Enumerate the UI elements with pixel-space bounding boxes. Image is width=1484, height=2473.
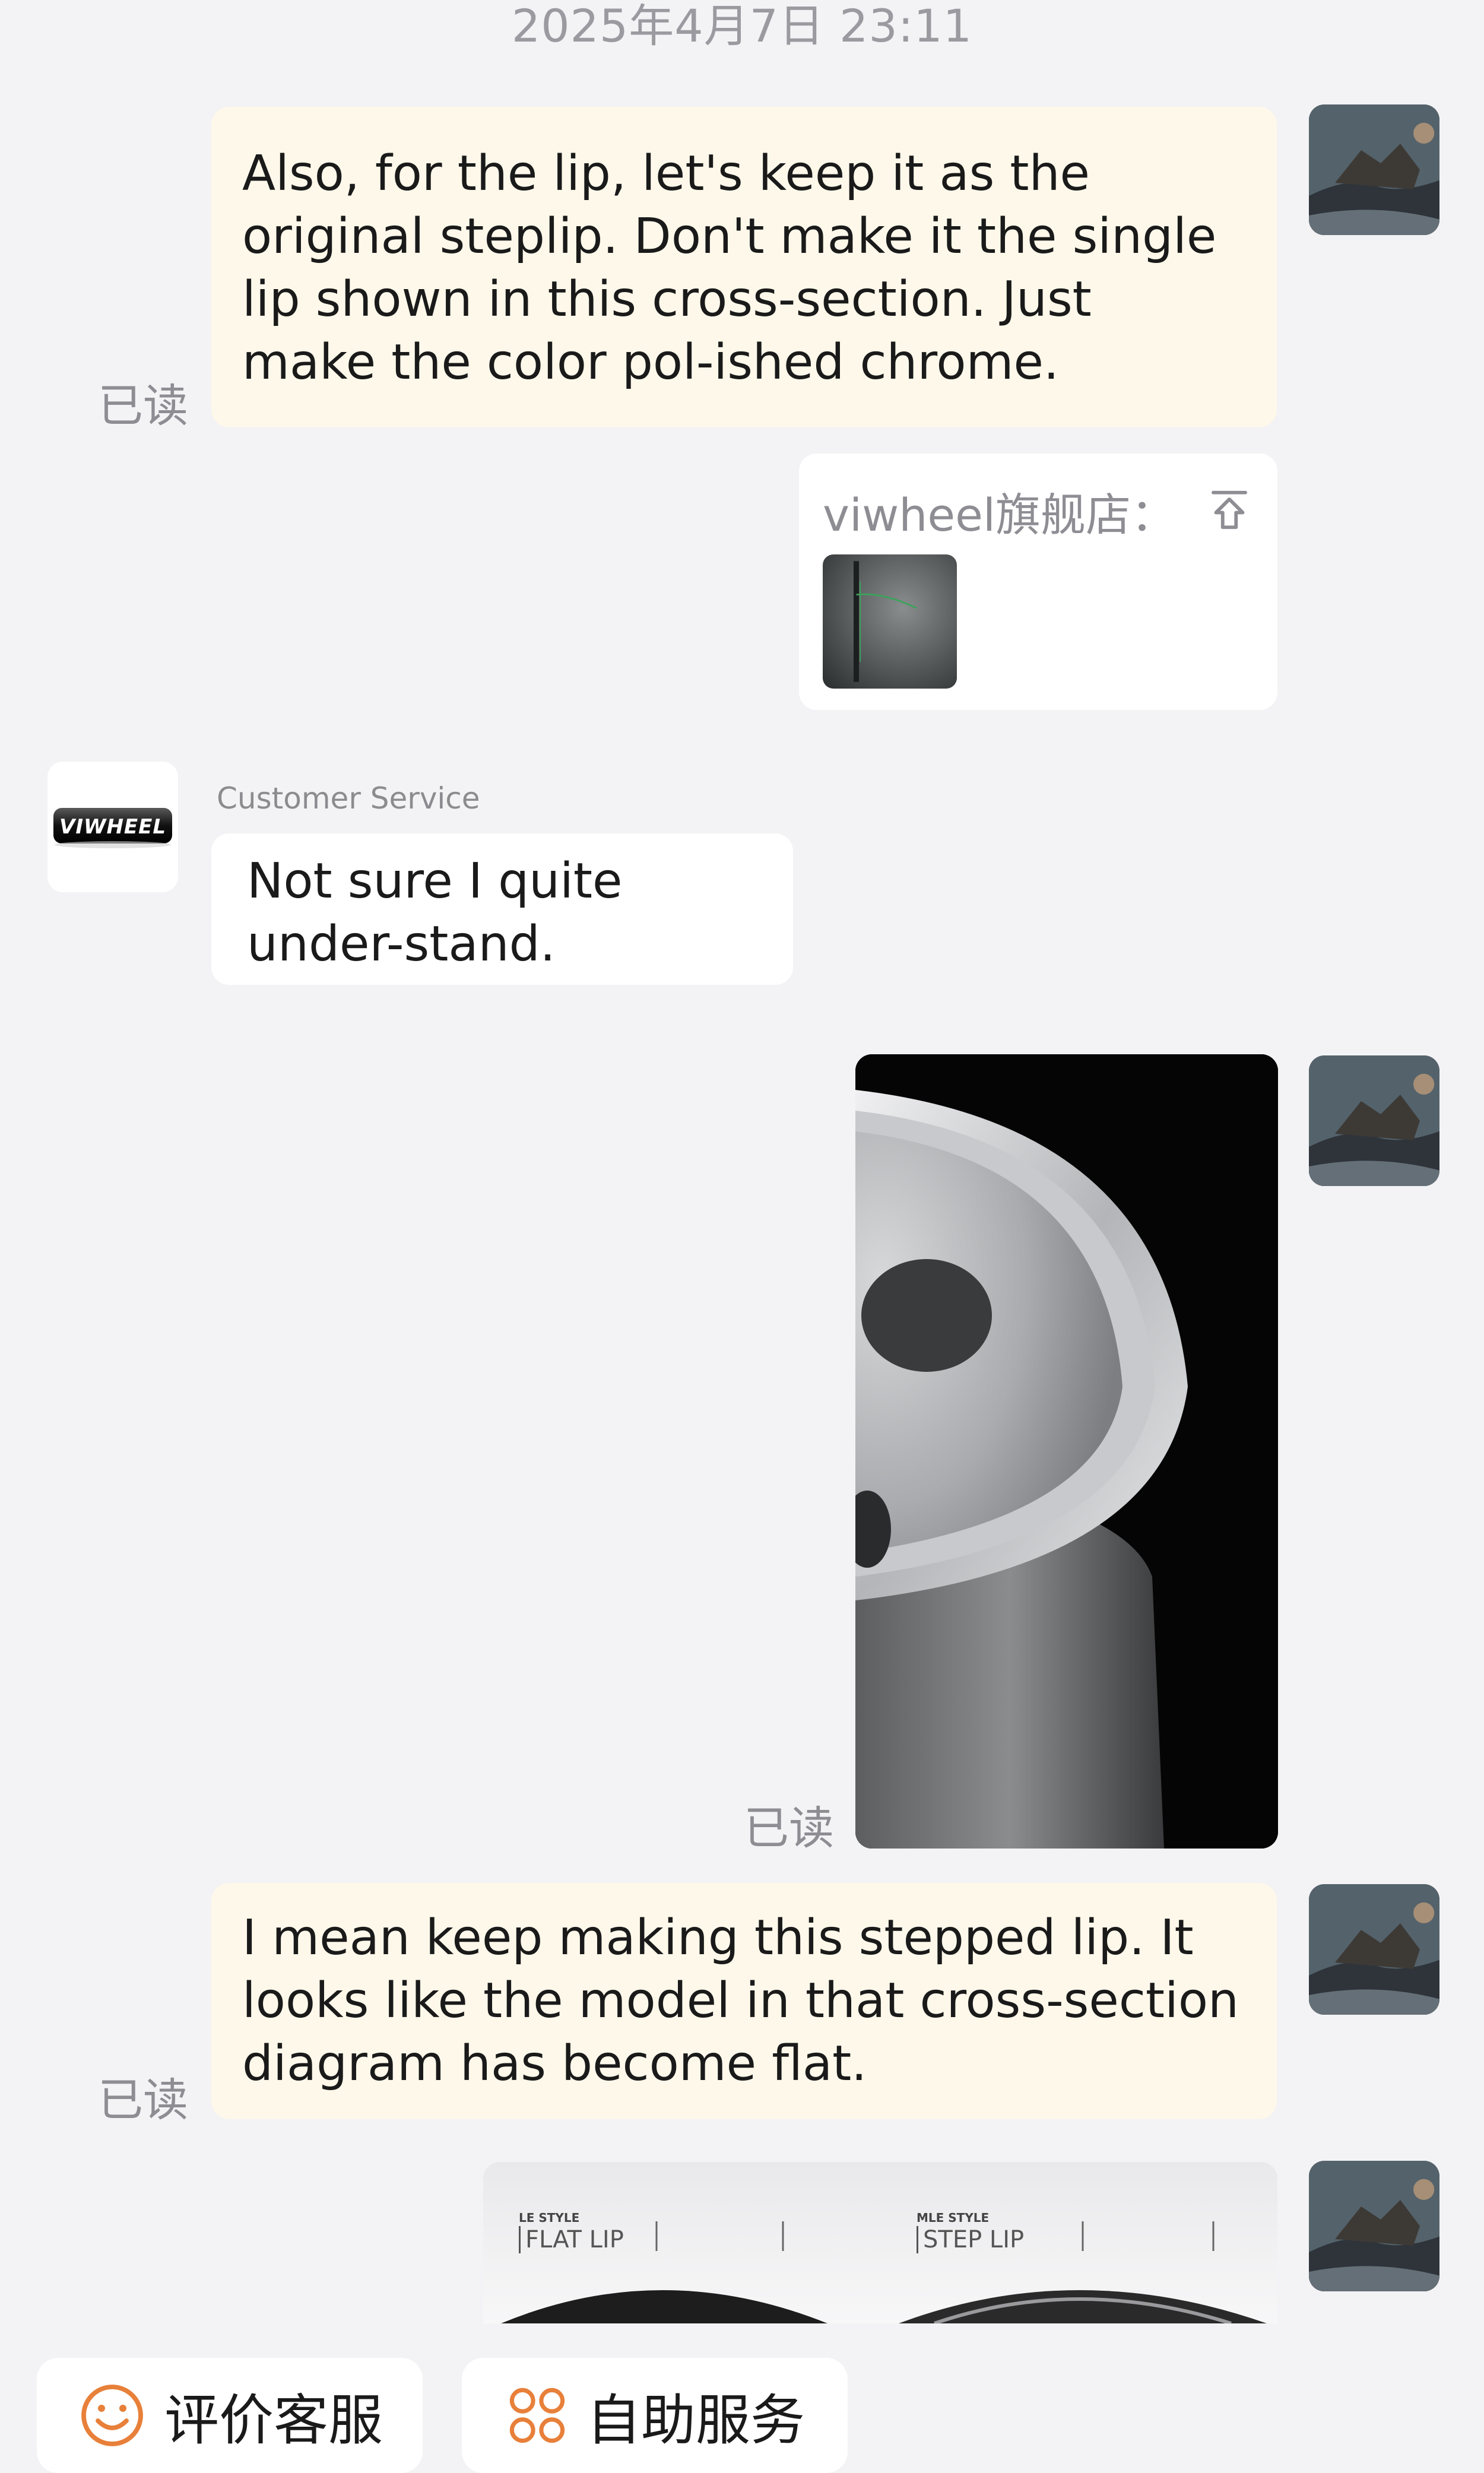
- user-avatar[interactable]: [1309, 104, 1439, 235]
- message-text: Not sure I quite under-stand.: [247, 853, 623, 972]
- rate-service-button[interactable]: 评价客服: [37, 2358, 423, 2473]
- self-service-button[interactable]: 自助服务: [462, 2358, 848, 2473]
- user-avatar[interactable]: [1309, 1055, 1439, 1186]
- product-card[interactable]: viwheel旗舰店：: [799, 454, 1277, 710]
- avatar-image: [1309, 104, 1439, 235]
- user-avatar[interactable]: [1309, 1884, 1439, 2015]
- self-service-icon: [509, 2388, 565, 2443]
- rate-service-label: 评价客服: [164, 2388, 383, 2452]
- customer-service-avatar[interactable]: VIWHEEL: [47, 762, 178, 892]
- avatar-image: [1309, 2161, 1439, 2291]
- wheel-photo[interactable]: [855, 1054, 1278, 1849]
- timestamp: 2025年4月7日 23:11: [511, 0, 973, 52]
- message-bubble[interactable]: Not sure I quite under-stand.: [211, 833, 793, 985]
- read-receipt: 已读: [98, 2073, 188, 2126]
- lip-diagram-image[interactable]: LE STYLE FLAT LIP MLE STYLE STEP LIP: [483, 2162, 1277, 2323]
- message-text: Also, for the lip, let's keep it as the …: [242, 145, 1217, 391]
- card-title: viwheel旗舰店：: [823, 489, 1177, 541]
- smiley-icon: [81, 2385, 143, 2446]
- up-arrow-icon[interactable]: [1203, 483, 1256, 537]
- sender-name: Customer Service: [217, 781, 480, 816]
- message-bubble[interactable]: I mean keep making this stepped lip. It …: [211, 1883, 1277, 2119]
- message-bubble[interactable]: Also, for the lip, let's keep it as the …: [211, 107, 1277, 427]
- avatar-image: [1309, 1055, 1439, 1186]
- self-service-label: 自助服务: [586, 2388, 805, 2452]
- logo-text: VIWHEEL: [59, 815, 167, 839]
- message-text: I mean keep making this stepped lip. It …: [242, 1910, 1239, 2092]
- read-receipt: 已读: [744, 1802, 834, 1854]
- user-avatar[interactable]: [1309, 2161, 1439, 2291]
- avatar-image: [1309, 1884, 1439, 2015]
- card-thumbnail[interactable]: [823, 554, 957, 689]
- read-receipt: 已读: [98, 379, 188, 432]
